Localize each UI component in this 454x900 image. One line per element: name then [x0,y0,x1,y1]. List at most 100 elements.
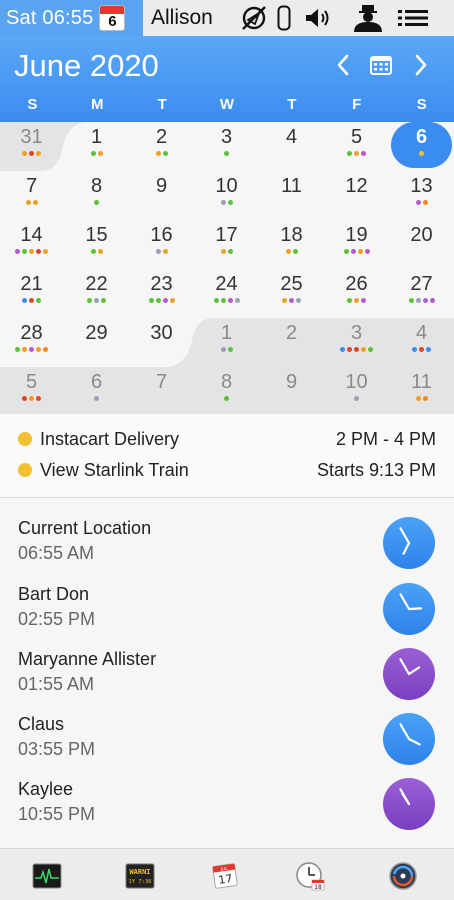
calendar-day[interactable]: 17 [194,220,259,269]
event-dot [357,249,363,254]
calendar-day[interactable]: 1 [194,318,259,367]
calendar-day[interactable]: 5 [0,367,64,416]
event-dot [340,347,345,352]
event-dot [22,151,27,156]
calendar-day[interactable]: 10 [324,367,389,416]
calendar-day[interactable]: 7 [129,367,194,416]
event-item[interactable]: Instacart Delivery 2 PM - 4 PM [18,426,436,452]
calendar-day[interactable]: 27 [389,269,454,318]
event-dot [282,298,287,303]
event-dot [94,200,99,205]
clock-row[interactable]: Current Location 06:55 AM [0,512,454,577]
calendar-day[interactable]: 5 [324,122,389,171]
calendar-day-number: 23 [150,273,173,295]
calendar-day-number: 14 [20,224,43,246]
calendar-day[interactable]: 11 [259,171,324,220]
event-title: View Starlink Train [40,459,189,480]
next-month-button[interactable] [406,50,436,80]
today-button[interactable] [366,50,396,80]
calendar-day[interactable]: 18 [259,220,324,269]
calendar-day[interactable]: 4 [389,318,454,367]
calendar-day[interactable]: 22 [64,269,129,318]
previous-month-button[interactable] [328,50,358,80]
calendar-day[interactable]: 4 [259,122,324,171]
event-dot [429,298,435,303]
event-dot [285,249,291,254]
calendar-day-today[interactable]: 6 [389,122,454,171]
calendar-day[interactable]: 7 [0,171,64,220]
event-dots [194,347,259,352]
clock-location-name: Maryanne Allister [18,649,157,669]
clock-row[interactable]: Claus 03:55 PM [0,708,454,773]
event-dots [129,298,194,303]
calendar-day[interactable]: 9 [129,171,194,220]
clock-row[interactable]: Maryanne Allister 01:55 AM [0,643,454,708]
no-location-icon[interactable] [238,5,270,31]
clock-app-icon[interactable]: 18 [295,862,325,891]
event-dot [419,151,424,156]
calendar-day[interactable]: 10 [194,171,259,220]
calendar-day[interactable]: 3 [324,318,389,367]
clock-face-icon [383,713,435,765]
event-dot [368,347,373,352]
calendar-day[interactable]: 24 [194,269,259,318]
menubar-clock[interactable]: Sat 06:55 6 [0,0,143,36]
calendar-day[interactable]: 13 [389,171,454,220]
calendar-app-icon[interactable]: JUL 17 [210,862,240,890]
calendar-header: June 2020 S M T W T F S [0,36,454,122]
event-dot [94,396,99,401]
calendar-day[interactable]: 3 [194,122,259,171]
calendar-day-number: 3 [220,126,233,148]
event-time: Starts 9:13 PM [316,459,436,480]
month-title: June 2020 [14,48,159,83]
calendar-day[interactable]: 28 [0,318,64,367]
event-dot [29,249,34,254]
calendar-day[interactable]: 6 [64,367,129,416]
event-color-dot [18,463,32,477]
calendar-day[interactable]: 8 [194,367,259,416]
user-silhouette-icon[interactable] [350,5,386,32]
event-dot [354,151,359,156]
event-dot [162,151,168,156]
calendar-day[interactable]: 29 [64,318,129,367]
calendar-day[interactable]: 25 [259,269,324,318]
event-dot [347,151,352,156]
calendar-day-number: 5 [25,371,38,393]
event-dot [412,347,417,352]
calendar-day[interactable]: 23 [129,269,194,318]
calendar-day[interactable]: 8 [64,171,129,220]
volume-icon[interactable] [302,5,334,31]
calendar-day[interactable]: 9 [259,367,324,416]
calendar-day[interactable]: 20 [389,220,454,269]
calendar-day[interactable]: 1 [64,122,129,171]
calendar-day[interactable]: 16 [129,220,194,269]
event-dot [87,298,92,303]
event-dot [220,298,226,303]
list-icon[interactable] [396,5,430,31]
calendar-day[interactable]: 21 [0,269,64,318]
clock-face-icon [383,583,435,635]
calendar-day-number: 22 [85,273,108,295]
calendar-day[interactable]: 26 [324,269,389,318]
calendar-day[interactable]: 19 [324,220,389,269]
event-item[interactable]: View Starlink Train Starts 9:13 PM [18,457,436,483]
calendar-day[interactable]: 14 [0,220,64,269]
calendar-day[interactable]: 2 [259,318,324,367]
console-warning-icon[interactable]: WARNI 1Y 7:36 [125,862,155,890]
calendar-day[interactable]: 12 [324,171,389,220]
calendar-day[interactable]: 31 [0,122,64,171]
clock-row[interactable]: Kaylee 10:55 PM [0,773,454,838]
mini-calendar-day: 6 [108,13,117,30]
menubar-user-name[interactable]: Allison [151,6,213,30]
disk-diag-icon[interactable] [388,862,418,890]
calendar-day[interactable]: 2 [129,122,194,171]
calendar-day[interactable]: 11 [389,367,454,416]
event-dot [354,396,359,401]
calendar-day[interactable]: 30 [129,318,194,367]
battery-icon[interactable] [276,5,292,31]
event-title: Instacart Delivery [40,428,180,449]
activity-monitor-icon[interactable] [32,862,62,890]
event-dot [220,347,226,352]
clock-row[interactable]: Bart Don 02:55 PM [0,578,454,643]
calendar-day[interactable]: 15 [64,220,129,269]
